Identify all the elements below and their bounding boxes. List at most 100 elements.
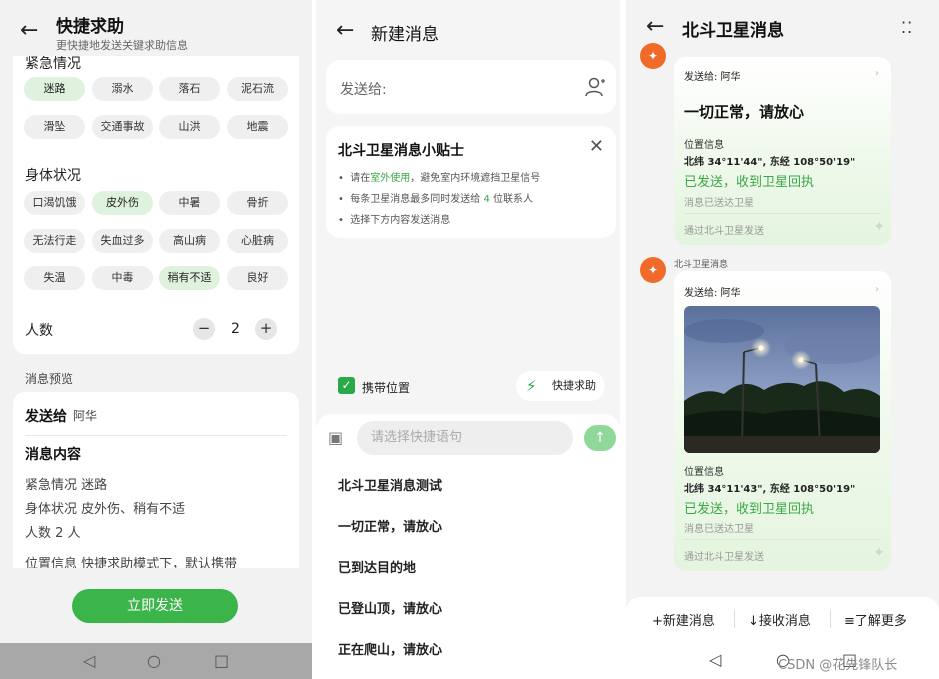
separator [734, 610, 735, 628]
chip-body-status[interactable]: 良好 [227, 266, 288, 290]
page-title: 新建消息 [371, 25, 439, 45]
night-streetlight-photo [684, 306, 880, 453]
preview-line: 位置信息 快捷求助模式下，默认携带 [25, 557, 238, 568]
sent-via: 通过北斗卫星发送 [684, 226, 764, 237]
phrase-item[interactable]: 一切正常，请放心 [338, 516, 442, 535]
learn-more-button[interactable]: ≡了解更多 [844, 610, 907, 629]
tip-item: • 每条卫星消息最多同时发送给 4 位联系人 [338, 194, 534, 205]
system-nav-bar: ◁ ○ □ [0, 643, 312, 679]
preview-line: 人数 2 人 [25, 526, 81, 541]
header: ← 快捷求助 更快捷地发送关键求助信息 [0, 0, 312, 56]
message-bubble[interactable]: 发送给: 阿华 › 一切正常，请放心 位置信息 北纬 34°11'44", 东经… [674, 57, 891, 245]
preview-line: 紧急情况 迷路 [25, 478, 108, 493]
satellite-avatar-icon: ✦ [640, 257, 666, 283]
action-bar: +新建消息 ↓接收消息 ≡了解更多 [626, 597, 939, 641]
divider [684, 539, 881, 540]
watermark: CSDN @花先锋队长 [778, 658, 898, 673]
send-to-label: 发送给 [25, 409, 67, 425]
message-preview-card: 发送给 阿华 消息内容 紧急情况 迷路 身体状况 皮外伤、稍有不适 人数 2 人… [13, 392, 299, 568]
decrement-button[interactable]: − [193, 318, 215, 340]
emergency-title: 紧急情况 [25, 56, 81, 72]
page-title: 北斗卫星消息 [682, 21, 784, 41]
back-arrow-icon[interactable]: ← [336, 20, 354, 42]
back-arrow-icon[interactable]: ← [20, 20, 38, 42]
message-recipient: 发送给: 阿华 [684, 288, 741, 299]
send-now-button[interactable]: 立即发送 [72, 589, 238, 623]
chip-body-status[interactable]: 失温 [24, 266, 85, 290]
tip-item: • 选择下方内容发送消息 [338, 215, 451, 226]
more-menu-icon[interactable]: ⁚⁚ [901, 18, 913, 37]
nav-home-icon[interactable]: ○ [147, 651, 161, 670]
chip-emergency[interactable]: 交通事故 [92, 115, 153, 139]
chip-body-status[interactable]: 失血过多 [92, 229, 153, 253]
chip-body-status[interactable]: 口渴饥饿 [24, 191, 85, 215]
phrase-item[interactable]: 正在爬山，请放心 [338, 639, 442, 658]
satellite-messages-screen: ← 北斗卫星消息 ⁚⁚ ✦ 发送给: 阿华 › 一切正常，请放心 位置信息 北纬… [626, 0, 939, 679]
chip-emergency[interactable]: 地震 [227, 115, 288, 139]
nav-back-icon[interactable]: ◁ [709, 650, 721, 669]
image-icon[interactable]: ▣ [328, 428, 343, 447]
chip-body-status[interactable]: 稍有不适 [159, 266, 220, 290]
delivery-substatus: 消息已送达卫星 [684, 198, 754, 209]
nav-back-icon[interactable]: ◁ [83, 651, 95, 670]
carry-location-checkbox[interactable]: ✓ [338, 377, 355, 394]
recipient-field[interactable]: 发送给: [326, 60, 616, 114]
page-subtitle: 更快捷地发送关键求助信息 [56, 39, 188, 52]
back-arrow-icon[interactable]: ← [646, 16, 664, 38]
contact-icon[interactable] [584, 76, 606, 98]
people-count-value: 2 [231, 321, 240, 337]
new-message-screen: ← 新建消息 发送给: 北斗卫星消息小贴士 ✕ • 请在室外使用，避免室内环境遮… [316, 0, 620, 679]
people-count-label: 人数 [25, 323, 53, 339]
phrase-item[interactable]: 已到达目的地 [338, 557, 416, 576]
phrase-item[interactable]: 已登山顶，请放心 [338, 598, 442, 617]
chip-emergency[interactable]: 落石 [159, 77, 220, 101]
attached-photo[interactable] [684, 306, 880, 453]
chip-body-status[interactable]: 中毒 [92, 266, 153, 290]
quick-help-label: 快捷求助 [552, 379, 596, 392]
chip-body-status[interactable]: 无法行走 [24, 229, 85, 253]
new-message-button[interactable]: +新建消息 [652, 610, 715, 629]
receive-message-button[interactable]: ↓接收消息 [748, 610, 811, 629]
delivery-status: 已发送，收到卫星回执 [684, 502, 815, 517]
compose-panel: ▣ 请选择快捷语句 ↑ 北斗卫星消息测试 一切正常，请放心 已到达目的地 已登山… [316, 414, 620, 679]
location-coords: 北纬 34°11'43", 东经 108°50'19" [684, 484, 856, 495]
send-to-value: 阿华 [73, 409, 98, 423]
chip-emergency[interactable]: 山洪 [159, 115, 220, 139]
chip-body-status[interactable]: 高山病 [159, 229, 220, 253]
options-card: 紧急情况 迷路 溺水 落石 泥石流 滑坠 交通事故 山洪 地震 身体状况 口渴饥… [13, 40, 299, 354]
chip-body-status[interactable]: 心脏病 [227, 229, 288, 253]
message-bubble[interactable]: 发送给: 阿华 › 位置信息 北纬 34°11'43", 东经 108°50'1… [674, 271, 891, 571]
preview-line: 身体状况 皮外伤、稍有不适 [25, 502, 186, 517]
body-status-title: 身体状况 [25, 168, 81, 184]
satellite-watermark-icon: ✦ [873, 545, 885, 561]
location-coords: 北纬 34°11'44", 东经 108°50'19" [684, 157, 856, 168]
tips-card: 北斗卫星消息小贴士 ✕ • 请在室外使用，避免室内环境遮挡卫星信号 • 每条卫星… [326, 126, 616, 238]
close-icon[interactable]: ✕ [589, 136, 604, 157]
increment-button[interactable]: + [255, 318, 277, 340]
message-recipient: 发送给: 阿华 [684, 72, 741, 83]
chip-body-status[interactable]: 骨折 [227, 191, 288, 215]
divider [684, 213, 881, 214]
sender-name: 北斗卫星消息 [674, 260, 729, 270]
page-title: 快捷求助 [56, 17, 124, 37]
chip-emergency[interactable]: 泥石流 [227, 77, 288, 101]
chip-emergency[interactable]: 溺水 [92, 77, 153, 101]
divider [25, 435, 287, 436]
delivery-substatus: 消息已送达卫星 [684, 524, 754, 535]
satellite-avatar-icon: ✦ [640, 43, 666, 69]
chip-body-status[interactable]: 中暑 [159, 191, 220, 215]
chevron-right-icon: › [875, 284, 879, 295]
chip-body-status[interactable]: 皮外伤 [92, 191, 153, 215]
location-label: 位置信息 [684, 140, 724, 151]
chip-emergency[interactable]: 迷路 [24, 77, 85, 101]
chip-emergency[interactable]: 滑坠 [24, 115, 85, 139]
tips-title: 北斗卫星消息小贴士 [338, 143, 464, 159]
phrase-item[interactable]: 北斗卫星消息测试 [338, 475, 442, 494]
send-arrow-button[interactable]: ↑ [584, 425, 616, 451]
nav-recents-icon[interactable]: □ [214, 651, 229, 670]
phrase-input[interactable]: 请选择快捷语句 [357, 421, 573, 455]
quick-help-button[interactable]: ⚡ 快捷求助 [516, 371, 605, 401]
sent-via: 通过北斗卫星发送 [684, 552, 764, 563]
delivery-status: 已发送，收到卫星回执 [684, 175, 815, 190]
location-label: 位置信息 [684, 467, 724, 478]
